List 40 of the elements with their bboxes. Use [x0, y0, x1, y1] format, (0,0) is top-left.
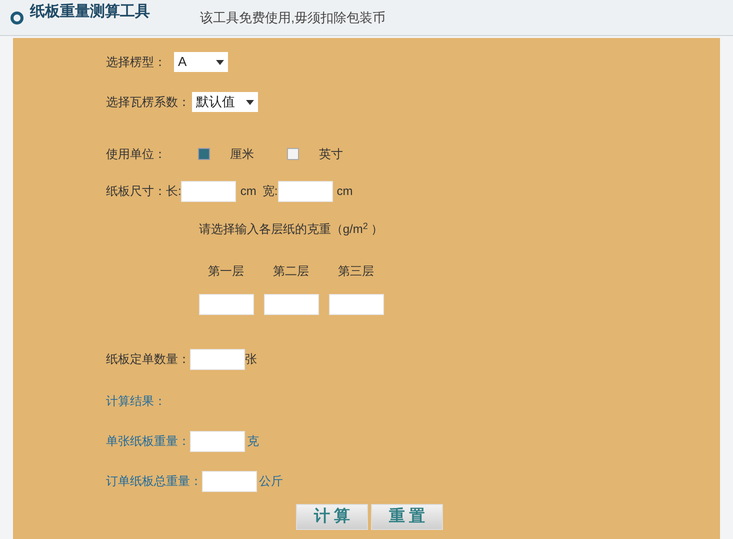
- field-label: 选择瓦楞系数：: [106, 94, 190, 111]
- action-button[interactable]: 重 置: [371, 504, 443, 530]
- field-label: 纸板定单数量：: [106, 351, 190, 368]
- caret-icon: [216, 60, 224, 64]
- input-field[interactable]: [278, 180, 333, 202]
- dropdown[interactable]: 默认值: [192, 92, 258, 112]
- field-label: 使用单位：: [106, 146, 166, 163]
- input-field[interactable]: [190, 348, 245, 370]
- field-label: 单张纸板重量：: [106, 433, 190, 450]
- layer-label: 第三层: [337, 263, 375, 280]
- input-field[interactable]: [190, 430, 245, 452]
- checkbox[interactable]: [287, 148, 299, 160]
- input-field[interactable]: [202, 470, 257, 492]
- layer-label: 第二层: [272, 263, 310, 280]
- checkbox[interactable]: [198, 148, 210, 160]
- page-title: 纸板重量测算工具: [30, 2, 150, 22]
- input-field[interactable]: [328, 294, 384, 315]
- caret-icon: [246, 100, 254, 104]
- unit-label: cm: [336, 183, 353, 200]
- unit-label: 张: [245, 351, 257, 368]
- field-label: 宽:: [262, 183, 278, 200]
- unit-label: 克: [247, 433, 259, 450]
- layers-prompt: 请选择输入各层纸的克重（g/m$^{2}$ ）: [198, 220, 384, 238]
- field-label: 选择楞型：: [106, 54, 166, 71]
- results-title: 计算结果：: [106, 393, 167, 410]
- layer-label: 第一层: [207, 263, 245, 280]
- input-field[interactable]: [181, 180, 236, 202]
- unit-label: 公斤: [259, 473, 283, 490]
- field-label: 订单纸板总重量：: [106, 473, 202, 490]
- notice-text: 该工具免费使用,毋须扣除包装币: [200, 8, 386, 27]
- option-label: 英寸: [319, 146, 343, 163]
- unit-label: cm: [240, 183, 256, 200]
- option-label: 厘米: [230, 146, 254, 163]
- action-button[interactable]: 计 算: [296, 504, 368, 530]
- field-label: 长:: [166, 183, 182, 200]
- input-field[interactable]: [198, 294, 254, 315]
- input-field[interactable]: [264, 294, 318, 315]
- dropdown[interactable]: A: [174, 52, 228, 72]
- circle-icon: [10, 10, 24, 24]
- field-label: 纸板尺寸：: [106, 183, 166, 200]
